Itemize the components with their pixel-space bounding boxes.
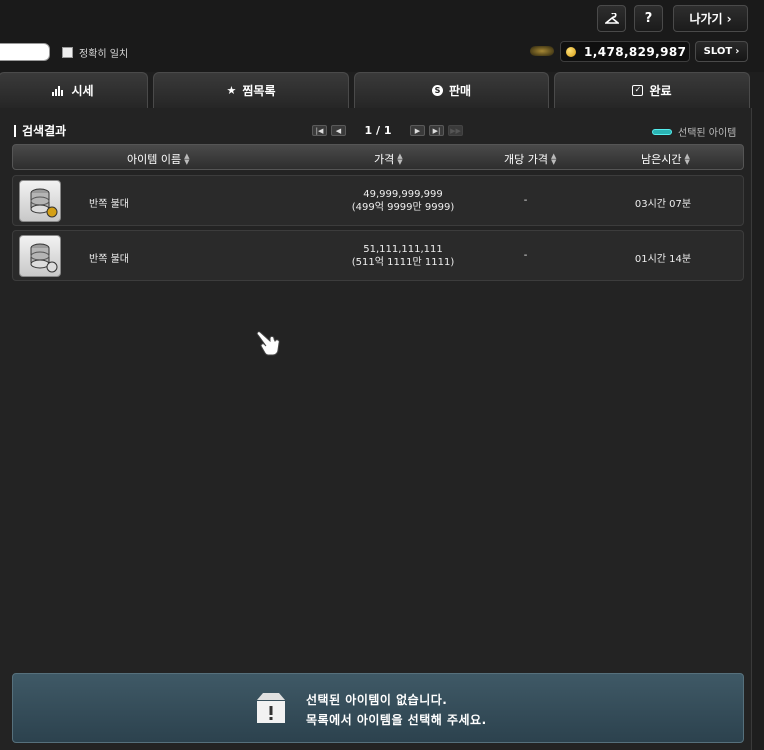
check-box-icon: ✓ (632, 85, 644, 96)
price-value: 49,999,999,999 (363, 189, 443, 200)
column-time-left[interactable]: 남은시간 ▲ ▼ (641, 151, 690, 167)
price-korean: (511억 1111만 1111) (351, 257, 455, 268)
item-icon (19, 180, 61, 222)
exact-match-toggle[interactable]: 정확히 일치 (62, 45, 128, 60)
column-item-name[interactable]: 아이템 이름 ▲ ▼ (127, 151, 190, 167)
item-price: 51,111,111,111 (511억 1111만 1111) (313, 243, 493, 269)
pagination: |◀ ◀ 1 / 1 ▶ ▶| ▶▶ (312, 124, 463, 137)
bar-chart-icon (52, 85, 64, 96)
title-bar-accent (14, 124, 16, 137)
column-label: 아이템 이름 (127, 153, 182, 166)
results-title-text: 검색결과 (22, 124, 67, 138)
unit-price: - (523, 195, 528, 206)
price-korean: (499억 9999만 9999) (351, 202, 455, 213)
table-header: 아이템 이름 ▲ ▼ 가격 ▲ ▼ 개당 가격 ▲ ▼ 남은시간 ▲ ▼ (12, 144, 744, 170)
tab-wishlist[interactable]: ★ 찜목록 (153, 72, 349, 108)
tab-label: 판매 (448, 84, 472, 98)
item-price: 49,999,999,999 (499억 9999만 9999) (313, 188, 493, 214)
exit-button[interactable]: 나가기 › (673, 5, 748, 32)
results-title: 검색결과 (14, 122, 66, 139)
chevron-right-icon: › (726, 11, 732, 26)
item-icon (19, 235, 61, 277)
next-page-button[interactable]: ▶ (410, 125, 425, 136)
time-left: 03시간 07분 (634, 199, 692, 210)
no-selection-notice: 선택된 아이템이 없습니다. 목록에서 아이템을 선택해 주세요. (12, 673, 744, 743)
time-left: 01시간 14분 (634, 254, 692, 265)
sort-icon: ▲ ▼ (184, 152, 190, 166)
help-button[interactable]: ? (634, 5, 663, 32)
hanger-button[interactable] (597, 5, 626, 32)
legend-label: 선택된 아이템 (678, 128, 737, 139)
page-indicator: 1 / 1 (364, 124, 392, 137)
selected-item-legend: 선택된 아이템 (652, 124, 736, 139)
sort-icon: ▲ ▼ (397, 152, 403, 166)
coin-glow-icon (530, 46, 554, 56)
box-warning-icon (257, 693, 285, 723)
notice-line-1: 선택된 아이템이 없습니다. (306, 693, 448, 707)
column-label: 개당 가격 (504, 153, 548, 166)
meso-amount: 1,478,829,987 (584, 44, 687, 59)
meso-balance: 1,478,829,987 (560, 41, 690, 62)
column-price[interactable]: 가격 ▲ ▼ (374, 151, 403, 167)
exact-match-label: 정확히 일치 (79, 49, 129, 60)
s-coin-icon: S (431, 85, 443, 96)
table-row[interactable]: 반쪽 불대 51,111,111,111 (511억 1111만 1111) -… (12, 230, 744, 281)
slot-label: SLOT (703, 46, 733, 57)
item-name: 반쪽 불대 (89, 254, 129, 265)
tab-label: 완료 (649, 84, 672, 98)
item-name: 반쪽 불대 (89, 199, 129, 210)
tab-completed[interactable]: ✓ 완료 (554, 72, 750, 108)
exit-label: 나가기 (689, 12, 723, 26)
price-value: 51,111,111,111 (363, 244, 443, 255)
coin-icon (566, 46, 576, 57)
last-page-button[interactable]: ▶| (429, 125, 444, 136)
exact-match-checkbox[interactable] (62, 47, 73, 58)
skip-pages-button[interactable]: ▶▶ (448, 125, 463, 136)
tab-label: 찜목록 (242, 84, 276, 98)
prev-page-button[interactable]: ◀ (331, 125, 346, 136)
chevron-right-icon: › (735, 46, 740, 57)
hanger-icon (604, 12, 619, 24)
table-row[interactable]: 반쪽 불대 49,999,999,999 (499억 9999만 9999) -… (12, 175, 744, 226)
slot-button[interactable]: SLOT › (695, 41, 748, 62)
column-label: 가격 (374, 153, 395, 166)
tab-market-price[interactable]: 시세 (0, 72, 148, 108)
legend-swatch (652, 128, 672, 135)
search-input[interactable] (0, 43, 50, 61)
column-unit-price[interactable]: 개당 가격 ▲ ▼ (504, 151, 556, 167)
column-label: 남은시간 (641, 153, 682, 166)
sort-icon: ▲ ▼ (550, 152, 557, 166)
star-icon: ★ (226, 84, 237, 97)
unit-price: - (523, 250, 528, 261)
help-label: ? (644, 11, 653, 26)
sort-icon: ▲ ▼ (684, 152, 690, 166)
tab-label: 시세 (71, 84, 94, 98)
first-page-button[interactable]: |◀ (312, 125, 327, 136)
hand-cursor-icon (256, 331, 280, 356)
tab-sell[interactable]: S 판매 (354, 72, 549, 108)
notice-line-2: 목록에서 아이템을 선택해 주세요. (306, 713, 487, 727)
